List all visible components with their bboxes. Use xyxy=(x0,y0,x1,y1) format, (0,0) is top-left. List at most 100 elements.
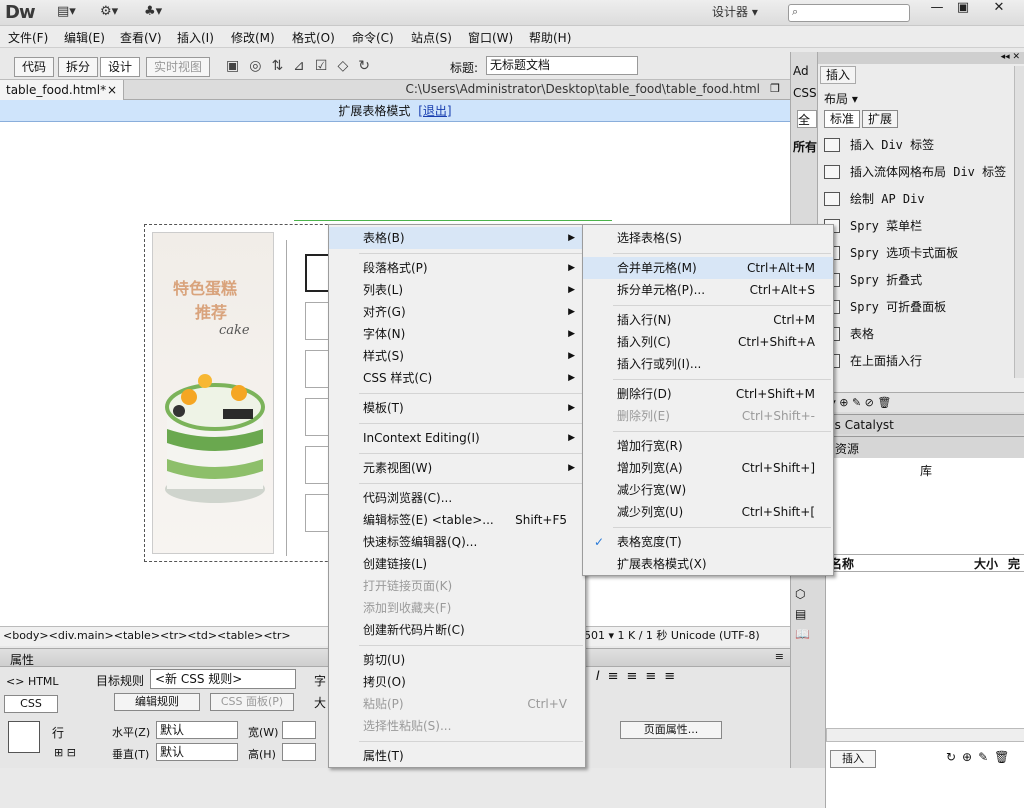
design-view-button[interactable]: 设计 xyxy=(100,57,141,77)
library-hscroll[interactable] xyxy=(826,728,1024,742)
submenu-item-6[interactable]: 插入列(C) Ctrl+Shift+A xyxy=(583,331,833,353)
menu-file[interactable]: 文件(F) xyxy=(8,29,48,46)
context_menu-item-13[interactable]: 元素视图(W) ▶ xyxy=(329,457,585,479)
context_menu-item-26[interactable]: 选择性粘贴(S)... xyxy=(329,715,585,737)
submenu-item-12[interactable]: 增加行宽(R) xyxy=(583,435,833,457)
split-view-button[interactable]: 拆分 xyxy=(58,57,99,77)
context_menu-item-6[interactable]: 样式(S) ▶ xyxy=(329,345,585,367)
restore-icon[interactable]: ❐ xyxy=(770,82,780,95)
insert-fluid-div[interactable]: 插入流体网格布局 Div 标签 xyxy=(818,159,1018,186)
context_menu-item-21[interactable]: 创建新代码片断(C) xyxy=(329,619,585,641)
side-icons[interactable]: ⬡ ▤ 📖 xyxy=(795,584,810,644)
edit-rule-button[interactable]: 编辑规则 xyxy=(114,693,200,711)
insert-row-above[interactable]: 在上面插入行 xyxy=(818,348,1018,375)
context_menu-item-4[interactable]: 对齐(G) ▶ xyxy=(329,301,585,323)
submenu-item-18[interactable]: 扩展表格模式(X) xyxy=(583,553,833,575)
insert-tab[interactable]: 插入 xyxy=(820,66,856,84)
expanded-mode-button[interactable]: 扩展 xyxy=(862,110,898,128)
menu-help[interactable]: 帮助(H) xyxy=(529,29,571,46)
maximize-button[interactable]: ▣ xyxy=(948,0,978,18)
menu-insert[interactable]: 插入(I) xyxy=(177,29,214,46)
context_menu-item-28[interactable]: 属性(T) xyxy=(329,745,585,767)
context_menu-item-19[interactable]: 打开链接页面(K) xyxy=(329,575,585,597)
context_menu-item-11[interactable]: InContext Editing(I) ▶ xyxy=(329,427,585,449)
menu-site[interactable]: 站点(S) xyxy=(411,29,452,46)
close-button[interactable]: ✕ xyxy=(984,0,1014,18)
site-icon[interactable]: ♣▾ xyxy=(144,4,162,22)
context_menu-item-0[interactable]: 表格(B) ▶ xyxy=(329,227,585,249)
standard-mode-button[interactable]: 标准 xyxy=(824,110,860,128)
context_menu-item-2[interactable]: 段落格式(P) ▶ xyxy=(329,257,585,279)
tab-ad[interactable]: Ad xyxy=(793,64,817,78)
layout-icon[interactable]: ▤▾ xyxy=(57,4,76,22)
context_menu-item-24[interactable]: 拷贝(O) xyxy=(329,671,585,693)
submenu-item-9[interactable]: 删除行(D) Ctrl+Shift+M xyxy=(583,383,833,405)
align-icons[interactable]: 𝐼≡≡≡≡ xyxy=(596,669,683,684)
insert-library-button[interactable]: 插入 xyxy=(830,750,876,768)
spry-menubar[interactable]: Spry 菜单栏 xyxy=(818,213,1018,240)
insert-table[interactable]: 表格 xyxy=(818,321,1018,348)
insert-div-tag[interactable]: 插入 Div 标签 xyxy=(818,132,1018,159)
close-tab-icon[interactable]: × xyxy=(107,80,117,100)
live-view-button[interactable]: 实时视图 xyxy=(146,57,211,77)
workspace-switcher[interactable]: 设计器 ▾ xyxy=(712,3,758,20)
page-properties-button[interactable]: 页面属性... xyxy=(620,721,722,739)
submenu-item-13[interactable]: 增加列宽(A) Ctrl+Shift+] xyxy=(583,457,833,479)
context_menu-item-17[interactable]: 快速标签编辑器(Q)... xyxy=(329,531,585,553)
submenu-item-2[interactable]: 合并单元格(M) Ctrl+Alt+M xyxy=(583,257,833,279)
spry-tabbed-panels[interactable]: Spry 选项卡式面板 xyxy=(818,240,1018,267)
toolbar-icons[interactable]: ▣◎⇅⊿☑◇↻ xyxy=(226,58,380,74)
tab-css[interactable]: CSS xyxy=(793,86,817,100)
insert-scrollbar[interactable] xyxy=(1014,66,1024,378)
panel-collapse-icon[interactable]: ◂◂ ✕ xyxy=(818,52,1024,64)
menu-edit[interactable]: 编辑(E) xyxy=(64,29,105,46)
menu-window[interactable]: 窗口(W) xyxy=(468,29,513,46)
exit-expanded-link[interactable]: [退出] xyxy=(418,104,451,118)
spry-collapsible[interactable]: Spry 可折叠面板 xyxy=(818,294,1018,321)
draw-ap-div[interactable]: 绘制 AP Div xyxy=(818,186,1018,213)
menu-view[interactable]: 查看(V) xyxy=(120,29,162,46)
horz-select[interactable]: 默认 xyxy=(156,721,238,739)
tab-table-food[interactable]: table_food.html* × xyxy=(0,80,124,100)
tab-all[interactable]: 全 xyxy=(797,110,817,128)
menu-modify[interactable]: 修改(M) xyxy=(231,29,275,46)
context_menu-item-15[interactable]: 代码浏览器(C)... xyxy=(329,487,585,509)
css-panel-button[interactable]: CSS 面板(P) xyxy=(210,693,294,711)
context_menu-item-5[interactable]: 字体(N) ▶ xyxy=(329,323,585,345)
business-catalyst-tab[interactable]: ess Catalyst xyxy=(817,414,1024,434)
width-input[interactable] xyxy=(282,721,316,739)
height-input[interactable] xyxy=(282,743,316,761)
context_menu-item-7[interactable]: CSS 样式(C) ▶ xyxy=(329,367,585,389)
vert-select[interactable]: 默认 xyxy=(156,743,238,761)
context_menu-item-16[interactable]: 编辑标签(E) <table>... Shift+F5 xyxy=(329,509,585,531)
context_menu-item-3[interactable]: 列表(L) ▶ xyxy=(329,279,585,301)
submenu-item-14[interactable]: 减少行宽(W) xyxy=(583,479,833,501)
menu-format[interactable]: 格式(O) xyxy=(292,29,335,46)
spry-accordion[interactable]: Spry 折叠式 xyxy=(818,267,1018,294)
inner-table[interactable] xyxy=(286,240,331,556)
submenu-item-7[interactable]: 插入行或列(I)... xyxy=(583,353,833,375)
html-mode-button[interactable]: <> HTML xyxy=(6,675,59,688)
submenu-item-5[interactable]: 插入行(N) Ctrl+M xyxy=(583,309,833,331)
code-view-button[interactable]: 代码 xyxy=(14,57,55,77)
context_menu-item-18[interactable]: 创建链接(L) xyxy=(329,553,585,575)
assets-tab[interactable]: 资源 xyxy=(835,440,859,457)
submenu-item-0[interactable]: 选择表格(S) xyxy=(583,227,833,249)
css-mode-button[interactable]: CSS xyxy=(4,695,58,713)
css-toolbar-icons[interactable]: ✱▾ ⊕ ✎ ⊘ 🗑 xyxy=(817,392,1024,412)
submenu-item-3[interactable]: 拆分单元格(P)... Ctrl+Alt+S xyxy=(583,279,833,301)
library-action-icons[interactable]: ↻⊕✎🗑 xyxy=(946,750,1015,764)
panel-menu-icon[interactable]: ≡ xyxy=(775,650,784,663)
tag-selector[interactable]: <body><div.main><table><tr><td><table><t… xyxy=(3,629,291,642)
context_menu-item-20[interactable]: 添加到收藏夹(F) xyxy=(329,597,585,619)
submenu-item-10[interactable]: 删除列(E) Ctrl+Shift+- xyxy=(583,405,833,427)
submenu-item-15[interactable]: 减少列宽(U) Ctrl+Shift+[ xyxy=(583,501,833,523)
context_menu-item-9[interactable]: 模板(T) ▶ xyxy=(329,397,585,419)
context_menu-item-25[interactable]: 粘贴(P) Ctrl+V xyxy=(329,693,585,715)
target-rule-select[interactable]: <新 CSS 规则> xyxy=(150,669,296,689)
context_menu-item-23[interactable]: 剪切(U) xyxy=(329,649,585,671)
insert-category-select[interactable]: 布局 ▾ xyxy=(824,90,858,107)
page-title-input[interactable]: 无标题文档 xyxy=(486,56,638,75)
menu-commands[interactable]: 命令(C) xyxy=(352,29,394,46)
gear-icon[interactable]: ⚙▾ xyxy=(100,4,118,22)
